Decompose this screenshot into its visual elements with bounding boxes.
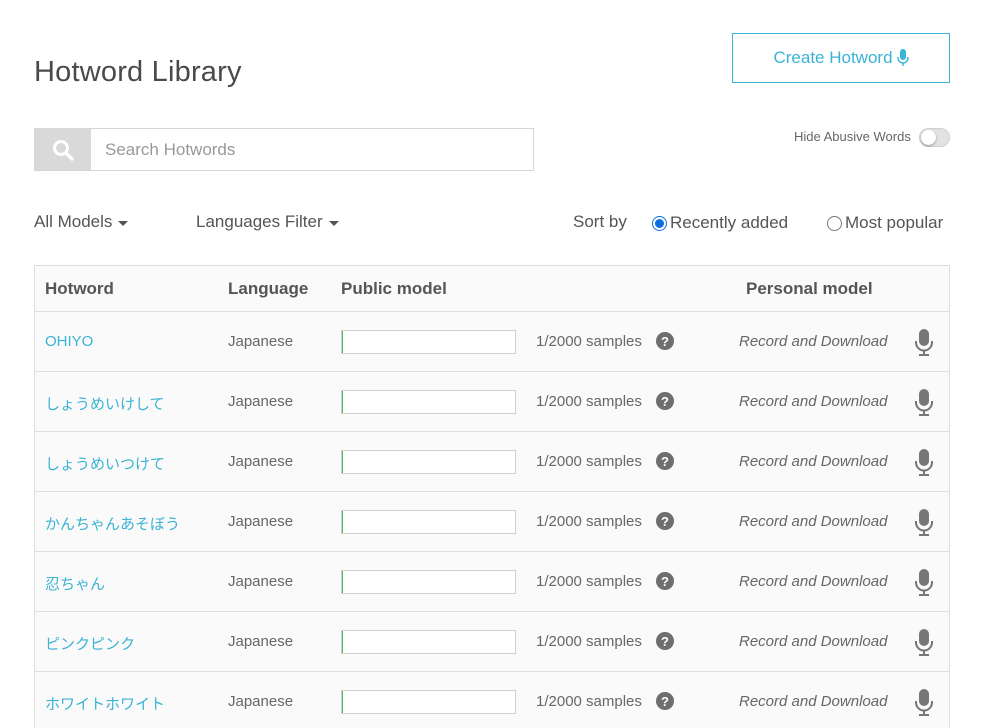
header-personal-model: Personal model	[746, 279, 873, 298]
table-row: しょうめいつけて Japanese 1/2000 samples ? Recor…	[35, 432, 949, 492]
microphone-icon[interactable]	[914, 449, 934, 476]
hotword-link[interactable]: ピンクピンク	[45, 633, 135, 654]
public-model-progress	[341, 630, 516, 654]
samples-count: 1/2000 samples	[536, 693, 642, 710]
samples-count: 1/2000 samples	[536, 633, 642, 650]
question-circle-icon[interactable]: ?	[656, 392, 674, 410]
search-input[interactable]	[91, 129, 533, 170]
question-circle-icon[interactable]: ?	[656, 632, 674, 650]
hotword-link[interactable]: ホワイトホワイト	[45, 693, 165, 714]
record-and-download-link[interactable]: Record and Download	[739, 513, 887, 530]
search-button[interactable]	[35, 129, 91, 170]
table-header: Hotword Language Public model Personal m…	[35, 266, 949, 312]
table-row: かんちゃんあそぼう Japanese 1/2000 samples ? Reco…	[35, 492, 949, 552]
languages-filter-dropdown[interactable]: Languages Filter	[196, 212, 339, 232]
sort-option-label: Recently added	[670, 213, 789, 232]
table-row: OHIYO Japanese 1/2000 samples ? Record a…	[35, 312, 949, 372]
sort-label: Sort by	[573, 212, 627, 231]
microphone-icon[interactable]	[914, 329, 934, 356]
samples-count: 1/2000 samples	[536, 393, 642, 410]
microphone-icon[interactable]	[914, 629, 934, 656]
hotword-link[interactable]: しょうめいけして	[45, 393, 165, 414]
header-language: Language	[228, 279, 309, 298]
sort-recently-added[interactable]: Recently added	[652, 213, 788, 233]
progress-fill	[342, 451, 344, 473]
hotword-link[interactable]: OHIYO	[45, 333, 93, 350]
microphone-icon[interactable]	[914, 569, 934, 596]
language-text: Japanese	[228, 513, 294, 530]
question-circle-icon[interactable]: ?	[656, 452, 674, 470]
microphone-icon[interactable]	[914, 509, 934, 536]
samples-count: 1/2000 samples	[536, 333, 642, 350]
record-and-download-link[interactable]: Record and Download	[739, 693, 887, 710]
samples-count: 1/2000 samples	[536, 453, 642, 470]
caret-down-icon	[118, 220, 129, 226]
record-and-download-link[interactable]: Record and Download	[739, 393, 887, 410]
question-circle-icon[interactable]: ?	[656, 332, 674, 350]
language-text: Japanese	[228, 333, 294, 350]
hotword-link[interactable]: かんちゃんあそぼう	[45, 513, 180, 534]
hotword-link[interactable]: しょうめいつけて	[45, 453, 165, 474]
models-filter-label: All Models	[34, 212, 113, 231]
language-text: Japanese	[228, 573, 294, 590]
microphone-icon[interactable]	[914, 689, 934, 716]
languages-filter-label: Languages Filter	[196, 212, 323, 231]
table-row: しょうめいけして Japanese 1/2000 samples ? Recor…	[35, 372, 949, 432]
record-and-download-link[interactable]: Record and Download	[739, 453, 887, 470]
hotword-table: Hotword Language Public model Personal m…	[34, 265, 950, 728]
table-body: OHIYO Japanese 1/2000 samples ? Record a…	[35, 312, 949, 728]
record-and-download-link[interactable]: Record and Download	[739, 633, 887, 650]
radio-recently-added[interactable]	[652, 215, 667, 231]
samples-count: 1/2000 samples	[536, 573, 642, 590]
public-model-progress	[341, 510, 516, 534]
public-model-progress	[341, 570, 516, 594]
table-row: ピンクピンク Japanese 1/2000 samples ? Record …	[35, 612, 949, 672]
header-public-model: Public model	[341, 279, 447, 298]
sort-most-popular[interactable]: Most popular	[827, 213, 943, 233]
record-and-download-link[interactable]: Record and Download	[739, 333, 887, 350]
table-row: 忍ちゃん Japanese 1/2000 samples ? Record an…	[35, 552, 949, 612]
public-model-progress	[341, 330, 516, 354]
public-model-progress	[341, 390, 516, 414]
progress-fill	[342, 511, 344, 533]
create-hotword-button[interactable]: Create Hotword	[732, 33, 950, 83]
samples-count: 1/2000 samples	[536, 513, 642, 530]
header-hotword: Hotword	[45, 279, 114, 298]
page-title: Hotword Library	[34, 56, 242, 88]
sort-option-label: Most popular	[845, 213, 944, 232]
microphone-icon	[896, 49, 909, 66]
progress-fill	[342, 571, 344, 593]
progress-fill	[342, 331, 344, 353]
language-text: Japanese	[228, 633, 294, 650]
question-circle-icon[interactable]: ?	[656, 692, 674, 710]
question-circle-icon[interactable]: ?	[656, 512, 674, 530]
language-text: Japanese	[228, 393, 294, 410]
search-icon	[53, 139, 74, 161]
create-hotword-label: Create Hotword	[773, 48, 893, 67]
hotword-link[interactable]: 忍ちゃん	[45, 573, 105, 594]
search-bar	[34, 128, 534, 171]
hide-abusive-toggle[interactable]	[919, 128, 950, 147]
table-row: ホワイトホワイト Japanese 1/2000 samples ? Recor…	[35, 672, 949, 728]
public-model-progress	[341, 690, 516, 714]
public-model-progress	[341, 450, 516, 474]
progress-fill	[342, 391, 344, 413]
language-text: Japanese	[228, 693, 294, 710]
hide-abusive-label: Hide Abusive Words	[794, 129, 911, 144]
radio-most-popular[interactable]	[827, 215, 842, 231]
models-filter-dropdown[interactable]: All Models	[34, 212, 129, 232]
question-circle-icon[interactable]: ?	[656, 572, 674, 590]
progress-fill	[342, 691, 344, 713]
progress-fill	[342, 631, 344, 653]
microphone-icon[interactable]	[914, 389, 934, 416]
record-and-download-link[interactable]: Record and Download	[739, 573, 887, 590]
caret-down-icon	[328, 220, 339, 226]
toggle-knob	[921, 130, 936, 145]
language-text: Japanese	[228, 453, 294, 470]
